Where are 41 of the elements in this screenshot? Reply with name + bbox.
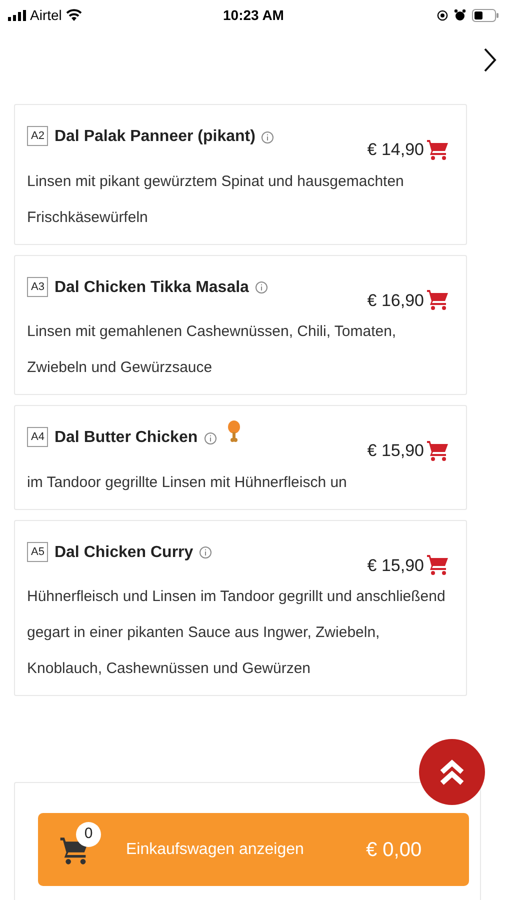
price: € 15,90 <box>367 440 424 462</box>
dish-description: im Tandoor gegrillte Linsen mit Hühnerfleisch un <box>27 472 348 492</box>
cart-count-badge: 0 <box>76 822 101 847</box>
info-icon[interactable] <box>199 546 212 559</box>
item-code: A3 <box>27 276 48 296</box>
status-time: 10:23 AM <box>223 6 284 24</box>
add-to-cart-icon[interactable] <box>426 138 450 162</box>
item-code: A2 <box>27 126 48 146</box>
add-to-cart-icon[interactable] <box>426 553 450 578</box>
add-to-cart-icon[interactable] <box>426 288 450 312</box>
dish-name: Dal Chicken Curry <box>54 542 194 562</box>
price: € 16,90 <box>367 290 424 312</box>
dish-name: Dal Palak Panneer (pikant) <box>54 127 256 147</box>
view-cart-button[interactable]: 0 Einkaufswagen anzeigen € 0,00 <box>38 813 469 886</box>
price: € 15,90 <box>367 554 424 576</box>
double-chevron-up-icon <box>438 758 466 786</box>
dish-description: Linsen mit pikant gewürztem Spinat und hausgemachten Frischkäsewürfeln <box>27 172 405 228</box>
battery-icon <box>472 8 499 22</box>
cart-label: Einkaufswagen anzeigen <box>126 840 305 860</box>
info-icon[interactable] <box>254 281 268 294</box>
menu-card[interactable]: A4 Dal Butter Chicken € 15,90 im Tandoor gegrillte Linsen mit Hühnerfleisch un <box>14 405 467 510</box>
menu-card[interactable]: A2 Dal Palak Panneer (pikant) € 14,90 Linsen mit pikant gewürztem Spinat und hausgemachten Frischkäsewürfeln <box>14 104 467 244</box>
info-icon[interactable] <box>204 432 217 444</box>
price: € 14,90 <box>367 139 424 161</box>
dish-description: Hühnerfleisch und Linsen im Tandoor gegrillt und anschließend gegart in einer pikanten Sauce aus Ingwer, Zwiebeln, Knoblauch, Cashewnüssen und Gewürzen <box>27 587 446 679</box>
rotation-lock-icon <box>437 10 448 20</box>
chevron-right-icon[interactable] <box>483 47 497 73</box>
dish-name: Dal Butter Chicken <box>54 428 198 448</box>
dish-name: Dal Chicken Tikka Masala <box>54 278 249 298</box>
signal-icon <box>8 10 26 20</box>
wifi-icon <box>66 9 82 21</box>
info-icon[interactable] <box>261 130 274 144</box>
cart-total: € 0,00 <box>366 838 422 862</box>
item-code: A4 <box>27 427 48 447</box>
alarm-icon <box>454 9 466 21</box>
add-to-cart-icon[interactable] <box>426 438 450 463</box>
carrier-name: Airtel <box>30 6 62 24</box>
dish-description: Linsen mit gemahlenen Cashewnüssen, Chili, Tomaten, Zwiebeln und Gewürzsauce <box>27 322 398 378</box>
menu-card[interactable]: A3 Dal Chicken Tikka Masala € 16,90 Linsen mit gemahlenen Cashewnüssen, Chili, Tomaten, Zwiebeln und Gewürzsauce <box>14 254 467 395</box>
menu-card[interactable]: A5 Dal Chicken Curry € 15,90 Hühnerfleisch und Linsen im Tandoor gegrillt und anschließend gegart in einer pikanten Sauce aus Ingwer, Zwiebeln, Knoblauch, Cashewnüssen und Gewürzen <box>14 520 467 696</box>
item-code: A5 <box>27 542 48 562</box>
